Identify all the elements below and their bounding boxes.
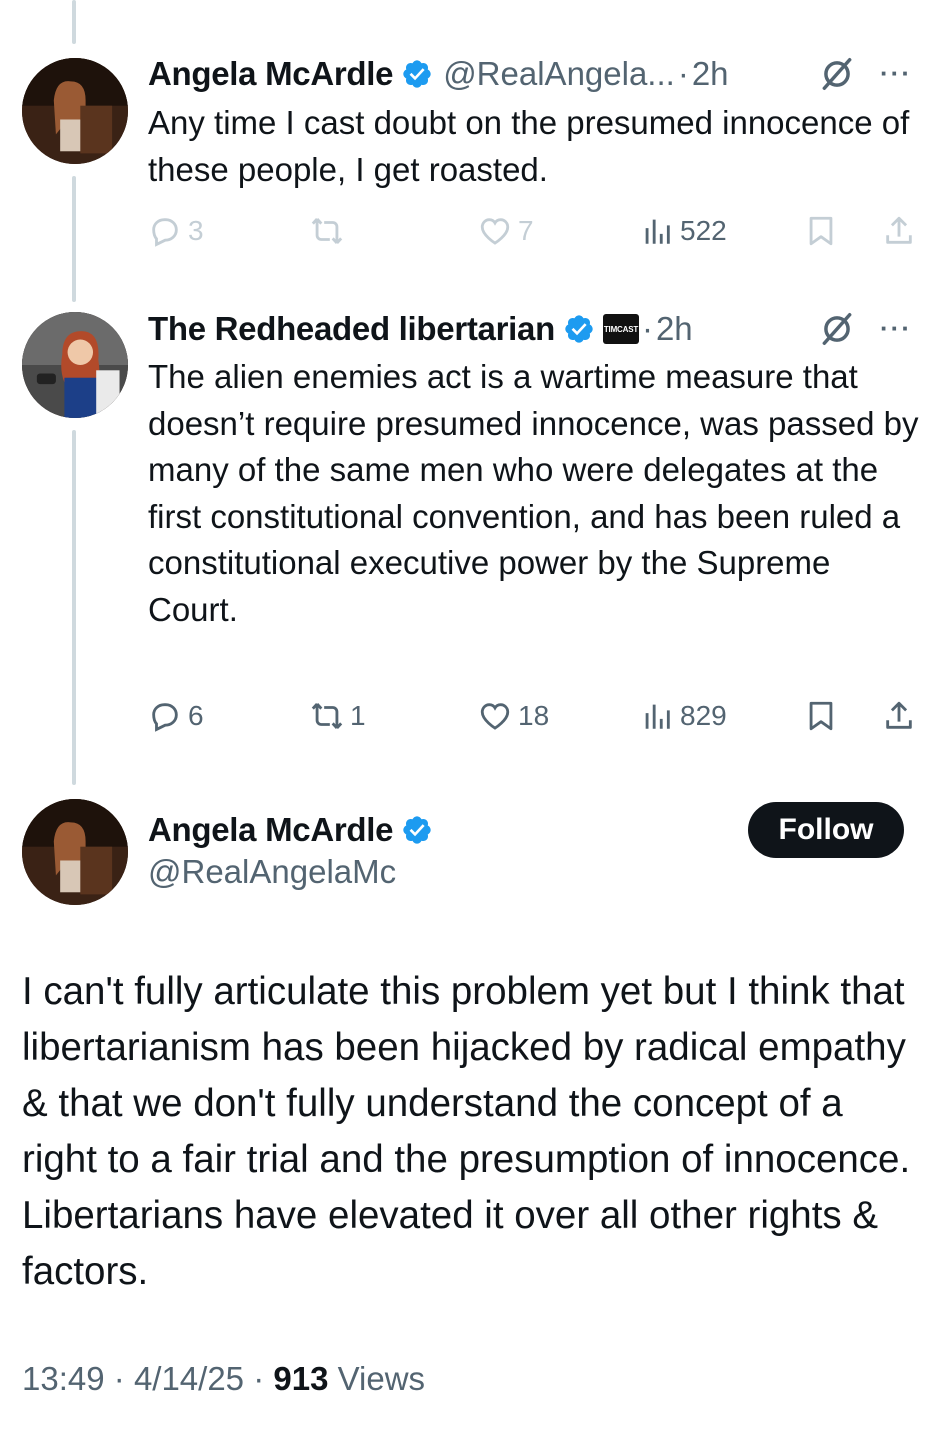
share-icon <box>886 701 912 729</box>
bookmark-icon <box>809 216 833 246</box>
author-handle[interactable]: @RealAngelaMc <box>148 853 396 891</box>
share-icon <box>886 216 912 244</box>
retweet-count: 1 <box>350 700 366 731</box>
retweet-button[interactable] <box>310 211 350 251</box>
separator: · <box>113 1360 125 1397</box>
tweet-text: The alien enemies act is a wartime measu… <box>148 358 919 628</box>
thread-line-2 <box>72 430 76 785</box>
avatar[interactable] <box>22 312 128 418</box>
author-handle[interactable]: @RealAngela... <box>443 55 675 93</box>
post-time[interactable]: 13:49 <box>22 1360 105 1397</box>
avatar[interactable] <box>22 58 128 164</box>
verified-badge-icon <box>565 315 593 343</box>
like-button[interactable]: 7 <box>478 211 534 251</box>
views-label: Views <box>337 1360 426 1397</box>
tweet-2-header: The Redheaded libertarian TIMCAST · 2h <box>148 309 693 349</box>
avatar-image <box>22 58 128 164</box>
avatar-image <box>22 312 128 418</box>
like-icon <box>480 218 510 245</box>
reply-count: 6 <box>188 700 204 731</box>
author-name[interactable]: Angela McArdle <box>148 811 393 849</box>
verified-badge-icon <box>403 816 431 844</box>
share-button[interactable] <box>882 696 916 736</box>
views-icon <box>645 704 670 729</box>
reply-count: 3 <box>188 215 204 246</box>
reply-button[interactable]: 6 <box>148 696 204 736</box>
thread-line-1 <box>72 176 76 302</box>
timestamp[interactable]: 2h <box>692 55 729 93</box>
views-count: 913 <box>273 1360 329 1397</box>
main-tweet-header: Angela McArdle <box>148 810 433 850</box>
like-count: 18 <box>518 700 550 731</box>
author-name[interactable]: The Redheaded libertarian <box>148 310 555 348</box>
tweet-2-actions: 6 1 18 829 <box>148 696 923 736</box>
views-button[interactable]: 829 <box>640 696 727 736</box>
thread-line-top <box>72 0 76 44</box>
main-tweet-text: I can't fully articulate this problem ye… <box>22 970 911 1293</box>
tweet-text: Any time I cast doubt on the presumed in… <box>148 104 910 188</box>
tweet-1-header: Angela McArdle @RealAngela... · 2h <box>148 54 729 94</box>
post-date[interactable]: 4/14/25 <box>134 1360 244 1397</box>
reply-button[interactable]: 3 <box>148 211 204 251</box>
affiliate-badge[interactable]: TIMCAST <box>602 314 639 344</box>
view-count: 522 <box>680 215 727 246</box>
bookmark-button[interactable] <box>804 696 838 736</box>
follow-button[interactable]: Follow <box>748 802 904 858</box>
more-icon[interactable]: ··· <box>880 313 912 344</box>
verified-badge-icon <box>403 60 431 88</box>
grok-icon[interactable] <box>818 310 856 348</box>
reply-icon <box>152 218 178 247</box>
bookmark-button[interactable] <box>804 211 838 251</box>
avatar[interactable] <box>22 799 128 905</box>
avatar-image <box>22 799 128 905</box>
reply-icon <box>152 703 178 732</box>
views-button[interactable]: 522 <box>640 211 727 251</box>
retweet-icon <box>311 703 343 729</box>
timestamp[interactable]: 2h <box>656 310 693 348</box>
author-name[interactable]: Angela McArdle <box>148 55 393 93</box>
tweet-1-actions: 3 7 522 <box>148 211 923 251</box>
retweet-icon <box>311 218 343 244</box>
retweet-button[interactable]: 1 <box>310 696 366 736</box>
like-button[interactable]: 18 <box>478 696 549 736</box>
like-icon <box>480 703 510 730</box>
grok-icon[interactable] <box>818 55 856 93</box>
tweet-footer: 13:49 · 4/14/25 · 913 Views <box>22 1360 425 1398</box>
separator: · <box>253 1360 265 1397</box>
like-count: 7 <box>518 215 534 246</box>
separator: · <box>677 55 689 92</box>
share-button[interactable] <box>882 211 916 251</box>
separator: · <box>641 310 653 347</box>
views-icon <box>645 219 670 244</box>
view-count: 829 <box>680 700 727 731</box>
bookmark-icon <box>809 701 833 731</box>
more-icon[interactable]: ··· <box>880 58 912 89</box>
